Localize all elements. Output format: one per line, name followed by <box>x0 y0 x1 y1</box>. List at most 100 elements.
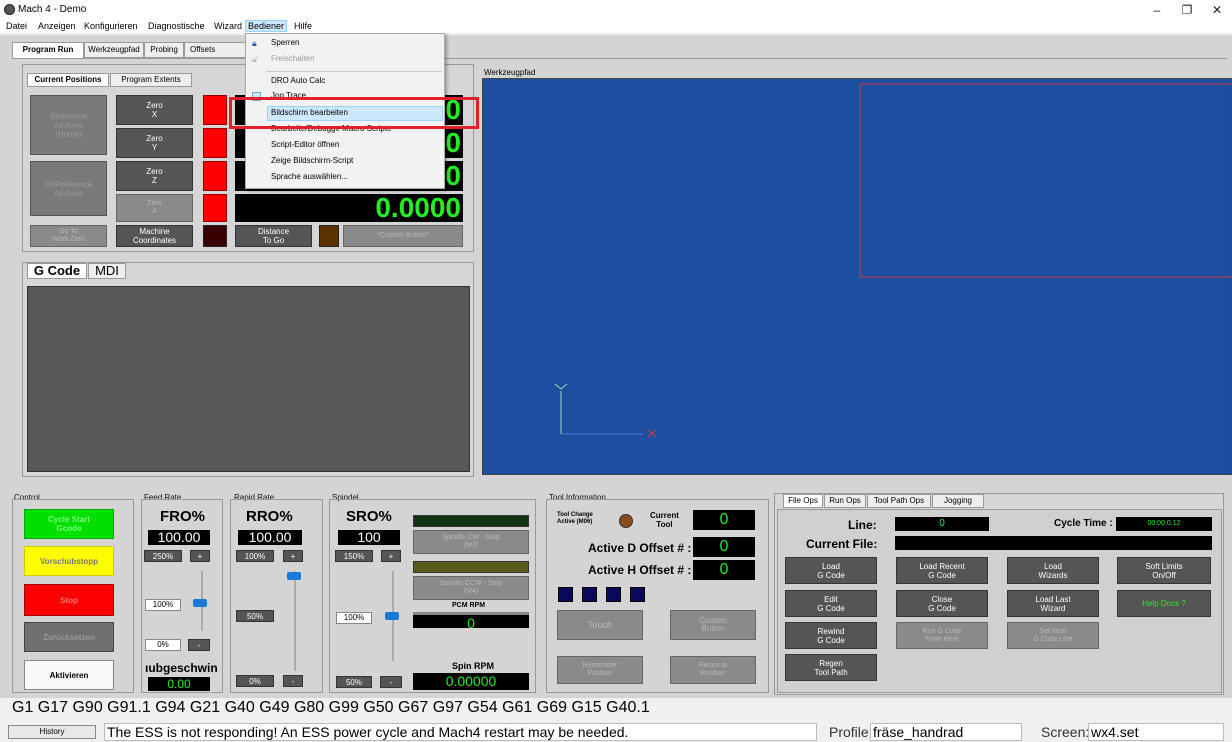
run-from-here-button[interactable]: Run G Code From Here <box>896 622 988 649</box>
rro-slider-track <box>294 571 296 671</box>
menu-separator <box>266 71 442 72</box>
menu-wizard[interactable]: Wizard <box>212 20 244 32</box>
tool-led-1 <box>558 587 573 602</box>
menu-anzeigen[interactable]: Anzeigen <box>36 20 78 32</box>
rro-plus-button[interactable]: + <box>283 550 303 562</box>
edit-gcode-button[interactable]: Edit G Code <box>785 590 877 617</box>
load-gcode-button[interactable]: Load G Code <box>785 557 877 584</box>
rewind-gcode-button[interactable]: Rewind G Code <box>785 622 877 649</box>
sro-max-button[interactable]: 150% <box>335 550 373 562</box>
regen-toolpath-button[interactable]: Regen Tool Path <box>785 654 877 681</box>
feed-value: 0.00 <box>148 677 210 691</box>
dereference-all-axes-button[interactable]: DeReference All Axes <box>30 161 107 216</box>
status-message: The ESS is not responding! An ESS power … <box>104 723 817 741</box>
menu-konfigurieren[interactable]: Konfigurieren <box>82 20 140 32</box>
zero-x-button[interactable]: Zero X <box>116 95 193 125</box>
spindle-ccw-button[interactable]: Spindle CCW - Stop (M4) <box>413 576 529 600</box>
modal-gcode-line: G1 G17 G90 G91.1 G94 G21 G40 G49 G80 G99… <box>12 699 650 716</box>
machine-coords-led <box>203 225 227 247</box>
sro-slider-thumb[interactable] <box>385 612 399 620</box>
line-value: 0 <box>895 517 989 531</box>
history-button[interactable]: History <box>8 725 96 739</box>
reference-all-axes-button[interactable]: Reference All Axes (Home) <box>30 95 107 155</box>
minimize-icon[interactable]: – <box>1142 0 1172 20</box>
z-home-indicator <box>203 161 227 191</box>
fro-min-button[interactable]: 0% <box>145 639 181 651</box>
tab-file-ops[interactable]: File Ops <box>783 494 823 508</box>
tab-current-positions[interactable]: Current Positions <box>27 73 109 87</box>
menu-item-sperren[interactable]: Sperren <box>271 36 299 50</box>
tool-custom-button[interactable]: Custom Button <box>670 610 756 640</box>
enable-button[interactable]: Aktivieren <box>24 660 114 690</box>
load-recent-gcode-button[interactable]: Load Recent G Code <box>896 557 988 584</box>
tab-jogging[interactable]: Jogging <box>932 494 984 508</box>
reset-button[interactable]: Zurücksetzen <box>24 622 114 652</box>
tab-probing[interactable]: Probing <box>144 42 184 58</box>
fro-value: 100.00 <box>148 530 210 545</box>
pcm-rpm-label: PCM RPM <box>452 602 486 609</box>
sro-minus-button[interactable]: - <box>380 676 402 688</box>
zero-y-button[interactable]: Zero Y <box>116 128 193 158</box>
load-last-wizard-button[interactable]: Load Last Wizard <box>1007 590 1099 617</box>
tab-run-ops[interactable]: Run Ops <box>824 494 866 508</box>
rro-slider-thumb[interactable] <box>287 572 301 580</box>
menu-item-script-editor[interactable]: Script-Editor öffnen <box>271 138 339 152</box>
feedhold-button[interactable]: Vorschubstopp <box>24 546 114 576</box>
h-offset-label: Active H Offset # : <box>588 563 692 577</box>
touch-button[interactable]: Touch <box>557 610 643 640</box>
toolpath-view[interactable] <box>482 78 1232 475</box>
menu-item-dro-auto-calc[interactable]: DRO Auto Calc <box>271 74 325 88</box>
machine-coordinates-button[interactable]: Machine Coordinates <box>116 225 193 247</box>
spindle-cw-button[interactable]: Spindle CW - Stop (M3) <box>413 530 529 554</box>
tab-gcode[interactable]: G Code <box>27 263 87 279</box>
sro-plus-button[interactable]: + <box>381 550 401 562</box>
menu-item-bildschirm-script[interactable]: Zeige Bildschirm-Script <box>271 154 353 168</box>
rro-min-button[interactable]: 0% <box>236 675 274 687</box>
menu-item-freischalten[interactable]: Freischalten <box>271 52 315 66</box>
rro-mid-label: 50% <box>236 610 274 622</box>
stop-button[interactable]: Stop <box>24 584 114 616</box>
close-gcode-button[interactable]: Close G Code <box>896 590 988 617</box>
soft-limits-button[interactable]: Soft Limits On/Off <box>1117 557 1211 584</box>
dro-a: 0.0000 <box>235 194 463 222</box>
y-home-indicator <box>203 128 227 158</box>
zero-a-button[interactable]: Zero A <box>116 194 193 222</box>
rro-minus-button[interactable]: - <box>283 675 303 687</box>
menu-datei[interactable]: Datei <box>4 20 29 32</box>
tab-werkzeugpfad[interactable]: Werkzeugpfad <box>84 42 144 58</box>
fro-max-button[interactable]: 250% <box>144 550 182 562</box>
menu-bediener[interactable]: Bediener <box>245 20 288 32</box>
remember-position-button[interactable]: Remember Position <box>557 656 643 684</box>
return-to-position-button[interactable]: Return to Position <box>670 656 756 684</box>
gcode-view[interactable] <box>27 286 470 472</box>
load-wizards-button[interactable]: Load Wizards <box>1007 557 1099 584</box>
menu-diagnostische[interactable]: Diagnostische <box>146 20 207 32</box>
close-icon[interactable]: ✕ <box>1202 0 1232 20</box>
cycle-start-button[interactable]: Cycle Start Gcode <box>24 509 114 539</box>
sro-min-button[interactable]: 50% <box>336 676 372 688</box>
tab-mdi[interactable]: MDI <box>88 263 126 279</box>
menu-hilfe[interactable]: Hilfe <box>292 20 314 32</box>
sro-title: SRO% <box>346 508 392 525</box>
set-next-line-button[interactable]: Set Next G Code Line <box>1007 622 1099 649</box>
tab-tool-path-ops[interactable]: Tool Path Ops <box>867 494 931 508</box>
zero-z-button[interactable]: Zero Z <box>116 161 193 191</box>
go-to-work-zero-button[interactable]: Go To Work Zero <box>30 225 107 247</box>
cycle-time-value: 00:00:0.12 <box>1116 517 1212 531</box>
tab-program-run[interactable]: Program Run <box>12 42 84 59</box>
current-file-value <box>895 536 1212 550</box>
menu-item-sprache[interactable]: Sprache auswählen... <box>271 170 348 184</box>
fro-slider-thumb[interactable] <box>193 599 207 607</box>
maximize-icon[interactable]: ❐ <box>1172 0 1202 20</box>
tab-program-extents[interactable]: Program Extents <box>110 73 192 87</box>
fro-plus-button[interactable]: + <box>190 550 210 562</box>
custom-button[interactable]: *Custom Button* <box>343 225 463 247</box>
help-docs-button[interactable]: Help Docs ? <box>1117 590 1211 617</box>
rro-max-button[interactable]: 100% <box>236 550 274 562</box>
tab-offsets[interactable]: Offsets <box>184 42 246 58</box>
current-tool-value: 0 <box>693 510 755 530</box>
sro-value: 100 <box>338 530 400 545</box>
distance-to-go-button[interactable]: Distance To Go <box>235 225 312 247</box>
fro-minus-button[interactable]: - <box>188 639 210 651</box>
a-home-indicator <box>203 194 227 222</box>
